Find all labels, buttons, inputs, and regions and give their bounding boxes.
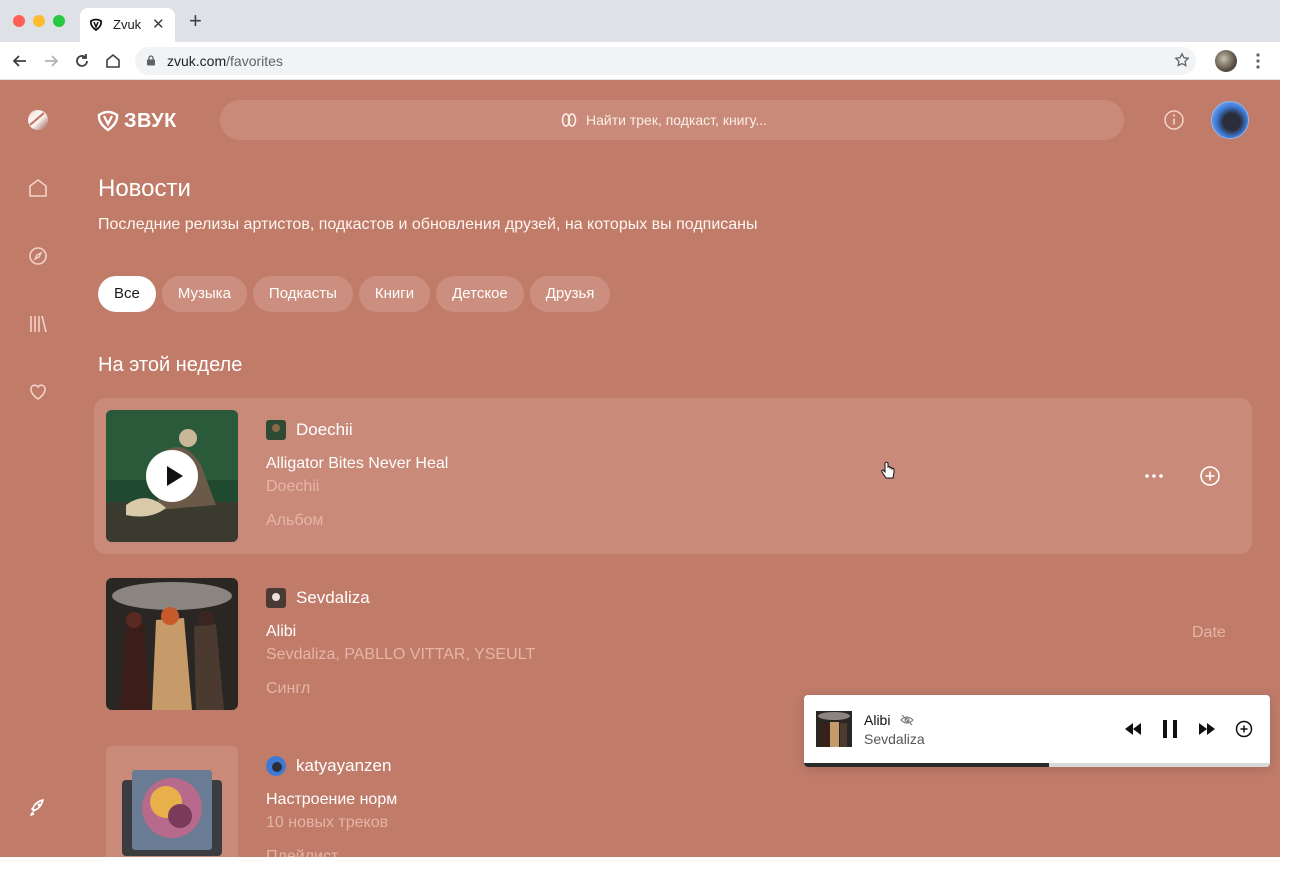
bookmark-star-icon[interactable] bbox=[1174, 52, 1190, 68]
playback-progress-bar[interactable] bbox=[804, 763, 1270, 767]
info-icon[interactable] bbox=[1162, 108, 1186, 132]
filter-friends[interactable]: Друзья bbox=[529, 276, 611, 312]
browser-window: Zvuk ✕ + zvuk.com/favorites ЗВУК Найти т… bbox=[0, 0, 1280, 857]
release-artists[interactable]: Doechii bbox=[266, 478, 319, 496]
friend-avatar bbox=[266, 756, 286, 776]
user-avatar[interactable] bbox=[1211, 101, 1249, 139]
filter-all[interactable]: Все bbox=[98, 276, 156, 312]
filter-music[interactable]: Музыка bbox=[161, 276, 247, 312]
friend-name[interactable]: katyayanzen bbox=[296, 756, 391, 776]
tab-title: Zvuk bbox=[113, 17, 142, 32]
playlist-cover bbox=[106, 746, 238, 857]
minimize-window-button[interactable] bbox=[33, 15, 45, 27]
zvuk-logo-icon bbox=[97, 110, 119, 132]
release-type: Сингл bbox=[266, 680, 311, 697]
zvuk-logo[interactable]: ЗВУК bbox=[96, 109, 177, 133]
artist-name[interactable]: Sevdaliza bbox=[296, 588, 370, 608]
release-cover bbox=[106, 578, 238, 710]
more-options-icon[interactable] bbox=[1142, 464, 1166, 488]
release-date: Date bbox=[1192, 624, 1226, 641]
pause-icon[interactable] bbox=[1160, 719, 1180, 739]
now-playing-title[interactable]: Alibi bbox=[864, 712, 890, 728]
close-tab-icon[interactable]: ✕ bbox=[152, 15, 165, 33]
hand-cursor-icon bbox=[881, 461, 895, 479]
hidden-eye-icon bbox=[900, 714, 914, 726]
section-title: На этой неделе bbox=[98, 354, 243, 376]
filter-kids[interactable]: Детское bbox=[436, 276, 524, 312]
home-icon[interactable] bbox=[26, 176, 50, 200]
add-circle-icon[interactable] bbox=[1198, 464, 1222, 488]
profile-orb-icon[interactable] bbox=[26, 108, 50, 132]
reload-icon[interactable] bbox=[73, 52, 91, 70]
browser-profile-avatar[interactable] bbox=[1215, 50, 1237, 72]
browser-menu-icon[interactable] bbox=[1250, 51, 1266, 71]
logo-text: ЗВУК bbox=[124, 109, 177, 132]
zvuk-favicon-icon bbox=[89, 18, 103, 32]
release-cover bbox=[106, 410, 238, 542]
heart-icon[interactable] bbox=[26, 380, 50, 404]
release-type: Плейлист bbox=[266, 848, 339, 857]
release-title[interactable]: Alibi bbox=[266, 623, 296, 641]
lock-icon bbox=[147, 55, 155, 66]
close-window-button[interactable] bbox=[13, 15, 25, 27]
filter-books[interactable]: Книги bbox=[358, 276, 431, 312]
rocket-icon[interactable] bbox=[26, 795, 50, 819]
back-arrow-icon[interactable] bbox=[11, 52, 29, 70]
playback-progress-fill bbox=[804, 763, 1050, 767]
play-button[interactable] bbox=[146, 450, 198, 502]
search-placeholder: Найти трек, подкаст, книгу... bbox=[586, 112, 767, 128]
artist-thumbnail bbox=[266, 588, 286, 608]
artist-thumbnail bbox=[266, 420, 286, 440]
forward-arrow-icon[interactable] bbox=[42, 52, 60, 70]
page-subtitle: Последние релизы артистов, подкастов и о… bbox=[98, 216, 758, 233]
home-page-icon[interactable] bbox=[104, 52, 122, 70]
compass-icon[interactable] bbox=[26, 244, 50, 268]
release-title[interactable]: Alligator Bites Never Heal bbox=[266, 455, 448, 473]
filter-podcasts[interactable]: Подкасты bbox=[252, 276, 353, 312]
library-icon[interactable] bbox=[26, 312, 50, 336]
fast-forward-icon[interactable] bbox=[1197, 719, 1217, 739]
rewind-icon[interactable] bbox=[1123, 719, 1143, 739]
url-field[interactable]: zvuk.com/favorites bbox=[135, 47, 1196, 75]
browser-tab[interactable]: Zvuk ✕ bbox=[80, 8, 175, 42]
voice-search-icon bbox=[561, 113, 577, 127]
filter-chips: Все Музыка Подкасты Книги Детское Друзья bbox=[98, 276, 611, 312]
playlist-track-count: 10 новых треков bbox=[266, 814, 389, 831]
search-input[interactable]: Найти трек, подкаст, книгу... bbox=[220, 100, 1124, 140]
release-type: Альбом bbox=[266, 512, 324, 529]
page-title: Новости bbox=[98, 175, 191, 202]
tab-bar: Zvuk ✕ + bbox=[0, 0, 1280, 42]
maximize-window-button[interactable] bbox=[53, 15, 65, 27]
artist-name[interactable]: Doechii bbox=[296, 420, 353, 440]
release-artists[interactable]: Sevdaliza, PABLLO VITTAR, YSEULT bbox=[266, 646, 535, 664]
now-playing-cover[interactable] bbox=[816, 711, 852, 747]
now-playing-artist[interactable]: Sevdaliza bbox=[864, 731, 925, 747]
add-circle-icon[interactable] bbox=[1234, 719, 1254, 739]
mini-player: Alibi Sevdaliza bbox=[804, 695, 1270, 767]
new-tab-button[interactable]: + bbox=[189, 10, 202, 32]
playlist-title[interactable]: Настроение норм bbox=[266, 791, 397, 809]
address-bar: zvuk.com/favorites bbox=[0, 42, 1280, 80]
release-card[interactable]: Doechii Alligator Bites Never Heal Doech… bbox=[94, 398, 1252, 554]
url-text: zvuk.com/favorites bbox=[167, 53, 283, 69]
